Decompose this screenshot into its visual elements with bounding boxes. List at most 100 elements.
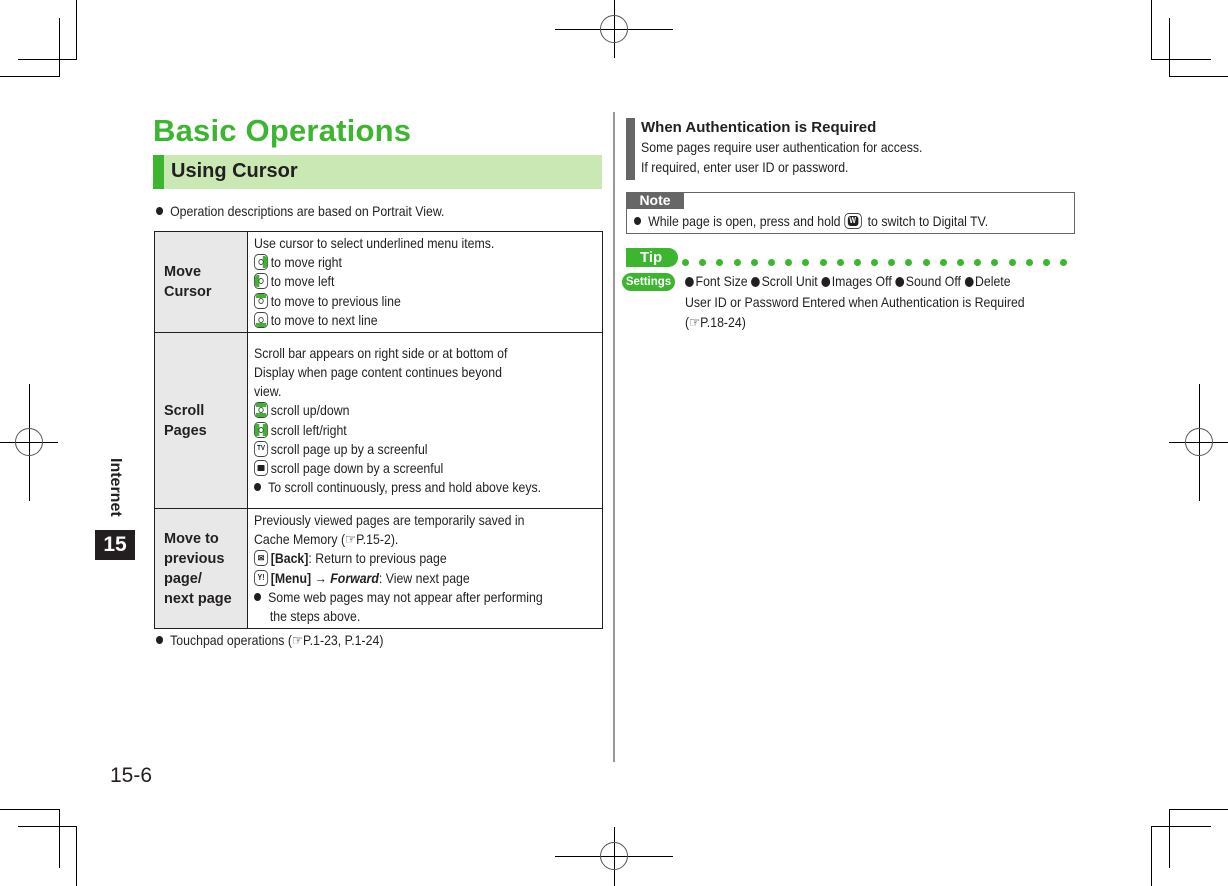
auth-text: Some pages require user authentication f…: [641, 139, 923, 155]
list-item: To scroll continuously, press and hold a…: [254, 478, 560, 497]
crop-mark: [76, 0, 77, 60]
item-text: to move to previous line: [270, 292, 401, 309]
crop-mark: [1151, 826, 1211, 827]
row-intro: Previously viewed pages are temporarily …: [254, 512, 525, 529]
yahoo-key-icon: Y!: [254, 569, 269, 586]
row-heading: Move to previous page/ next page: [154, 508, 248, 630]
heading-line: Move to: [164, 530, 219, 547]
item-text: scroll page down by a screenful: [270, 459, 444, 476]
column-divider: [613, 112, 615, 762]
reference-icon: ☞: [689, 314, 701, 330]
dpad-leftright-key-icon: [254, 421, 269, 438]
dpad-down-key-icon: [254, 311, 269, 328]
heading-line: previous page/: [164, 550, 225, 587]
section-accent: [153, 155, 164, 189]
crop-mark: [59, 18, 60, 77]
arrow-icon: →: [314, 569, 327, 586]
operations-table: Move Cursor Use cursor to select underli…: [154, 230, 603, 630]
heading-line: next page: [164, 590, 232, 607]
registration-circle: [600, 842, 628, 870]
page-title: Basic Operations: [153, 113, 412, 148]
item-text: to move left: [270, 273, 335, 290]
chapter-tab: Internet: [95, 458, 135, 528]
list-item: Some web pages may not appear after perf…: [254, 588, 560, 626]
row-intro: Scroll bar appears on right side or at b…: [254, 344, 508, 361]
bullet-icon: [895, 277, 904, 287]
list-item: ✉ [Back]: Return to previous page: [254, 549, 560, 568]
page-number: 15-6: [110, 764, 153, 787]
crop-mark: [1169, 809, 1170, 868]
crop-mark: [1151, 59, 1211, 60]
settings-item-continued: User ID or Password Entered when Authent…: [685, 293, 1025, 310]
bullet-icon: [156, 207, 164, 215]
bullet-icon: [751, 277, 760, 287]
bullet-icon: [685, 277, 694, 287]
bullet-icon: [156, 636, 164, 644]
crop-mark: [18, 59, 77, 60]
tip-label: Tip: [626, 248, 678, 267]
crop-mark: [18, 826, 77, 827]
table-row: Move Cursor Use cursor to select underli…: [154, 230, 603, 334]
dpad-up-key-icon: [254, 292, 269, 309]
note-label: Note: [626, 192, 684, 209]
crop-mark: [1169, 76, 1228, 77]
settings-item: Sound Off: [905, 273, 961, 289]
mail-key-icon: ✉: [254, 550, 269, 567]
item-text: : View next page: [378, 569, 470, 586]
tv-key-icon: TV: [254, 440, 269, 457]
reference-icon: ☞: [345, 531, 357, 548]
camera-key-icon: [254, 459, 269, 476]
tv-w-key-icon: W: [843, 213, 862, 229]
dpad-updown-key-icon: [254, 402, 269, 419]
list-item: scroll left/right: [254, 421, 560, 440]
bullet-icon: [821, 277, 830, 287]
item-text: scroll page up by a screenful: [270, 440, 428, 457]
list-item: Y! [Menu] → Forward: View next page: [254, 569, 560, 588]
list-item: to move to previous line: [254, 292, 560, 311]
note-text: Some web pages may not appear after perf…: [268, 588, 543, 625]
settings-item: Delete: [974, 273, 1011, 289]
auth-title: When Authentication is Required: [641, 119, 877, 136]
settings-badge: Settings: [622, 273, 675, 291]
crop-mark: [1169, 809, 1228, 810]
item-text: to move to next line: [270, 311, 378, 328]
settings-list: Font Size Scroll Unit Images Off Sound O…: [685, 271, 1025, 333]
item-text: to move right: [270, 254, 342, 271]
touchpad-bullet: Touchpad operations (☞P.1-23, P.1-24): [156, 631, 383, 650]
reference-icon: ☞: [292, 632, 304, 648]
intro-bullet: Operation descriptions are based on Port…: [156, 202, 444, 221]
table-row: Move to previous page/ next page Previou…: [154, 508, 603, 630]
row-heading: Move Cursor: [154, 230, 248, 334]
settings-item: Images Off: [831, 273, 892, 289]
auth-text: If required, enter user ID or password.: [641, 159, 849, 175]
dpad-right-key-icon: [254, 254, 269, 271]
bullet-icon: [634, 217, 642, 225]
item-text: : Return to previous page: [308, 550, 447, 567]
menu-label: [Menu]: [270, 569, 312, 586]
settings-item: Scroll Unit: [761, 273, 818, 289]
forward-label: Forward: [330, 569, 379, 586]
tip-dots-divider: [682, 253, 1077, 271]
crop-mark: [1151, 0, 1152, 60]
row-intro: Display when page content continues beyo…: [254, 363, 502, 380]
chapter-number: 15: [95, 530, 135, 560]
crop-mark: [1151, 826, 1152, 886]
back-label: [Back]: [270, 550, 309, 567]
row-description: Scroll bar appears on right side or at b…: [247, 332, 603, 510]
note-text: to switch to Digital TV.: [867, 213, 989, 229]
list-item: to move left: [254, 272, 560, 291]
crop-mark: [0, 809, 60, 810]
list-item: scroll page down by a screenful: [254, 459, 560, 478]
dpad-left-key-icon: [254, 273, 269, 290]
note-text: To scroll continuously, press and hold a…: [268, 479, 542, 496]
page-reference: P.1-23, P.1-24): [303, 632, 384, 648]
list-item: to move to next line: [254, 311, 560, 330]
chapter-label: Internet: [107, 458, 124, 517]
section-header: Using Cursor: [153, 155, 602, 189]
page-reference: P.18-24): [700, 314, 746, 330]
item-text: scroll left/right: [270, 421, 347, 438]
row-intro: Use cursor to select underlined menu ite…: [254, 235, 495, 251]
note-text: While page is open, press and hold: [648, 213, 841, 229]
settings-reference: (☞P.18-24): [685, 312, 1025, 333]
registration-circle: [15, 428, 43, 456]
